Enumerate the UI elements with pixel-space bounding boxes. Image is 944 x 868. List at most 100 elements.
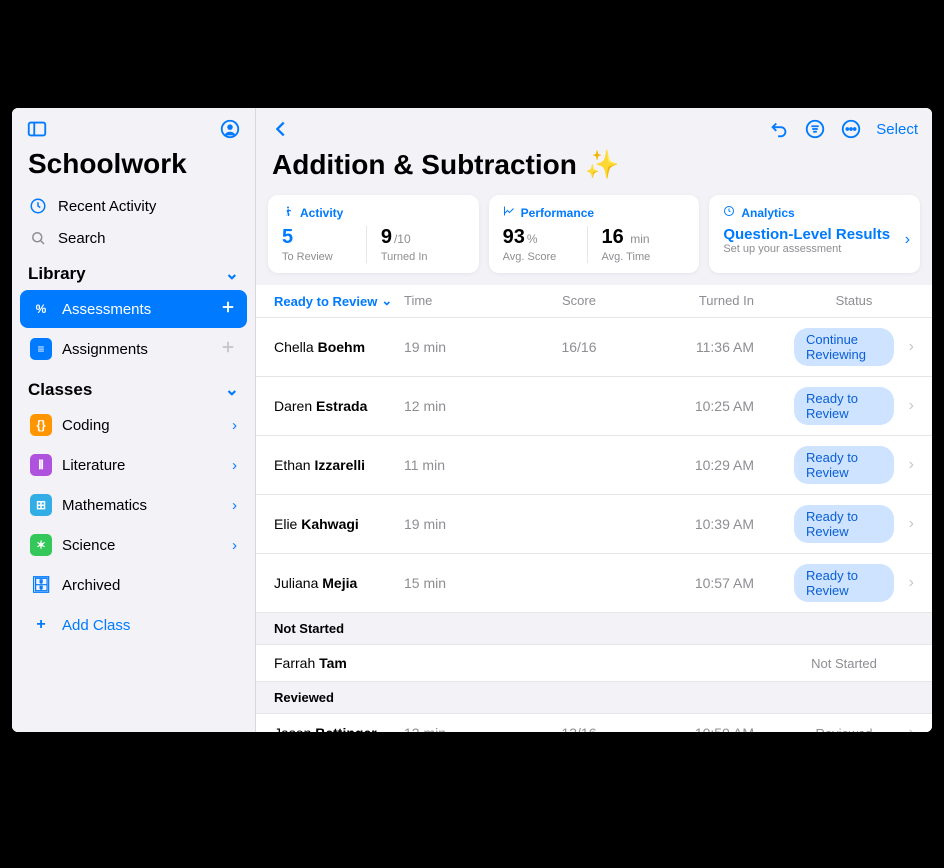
sidebar-item-science[interactable]: ✶Science› [20, 526, 247, 564]
card-header: Performance [521, 206, 594, 220]
toolbar: Select [256, 108, 932, 146]
undo-icon[interactable] [768, 118, 790, 140]
chevron-right-icon: › [232, 537, 237, 554]
sidebar-section-header[interactable]: Library⌄ [12, 254, 255, 288]
column-time[interactable]: Time [404, 293, 524, 309]
sidebar-section-header[interactable]: Classes⌄ [12, 370, 255, 404]
plus-icon[interactable] [219, 338, 237, 360]
cell-time: 19 min [404, 339, 524, 355]
column-turned-in[interactable]: Turned In [634, 293, 754, 309]
sidebar-item-label: Recent Activity [58, 198, 156, 215]
account-icon[interactable] [219, 118, 241, 140]
sidebar-item-coding[interactable]: {}Coding› [20, 406, 247, 444]
sidebar-item-assignments[interactable]: ≡Assignments [20, 330, 247, 368]
status-badge[interactable]: Ready to Review [794, 505, 894, 543]
analytics-title: Question-Level Results [723, 226, 906, 243]
sidebar-item-label: Coding [62, 417, 110, 434]
cell-time: 11 min [404, 457, 524, 473]
chevron-right-icon: › [894, 574, 914, 592]
class-icon: ⫴ [30, 454, 52, 476]
class-icon: {} [30, 414, 52, 436]
chevron-down-icon: ⌄ [225, 264, 239, 284]
toggle-sidebar-icon[interactable] [26, 118, 48, 140]
student-row[interactable]: Chella Boehm 19 min 16/16 11:36 AM Conti… [256, 318, 932, 377]
sidebar-recent-activity[interactable]: Recent Activity [12, 190, 255, 222]
avg-score-unit: % [527, 232, 538, 246]
student-name: Juliana Mejia [274, 575, 404, 591]
cell-status: Ready to Review [754, 505, 894, 543]
card-header: Activity [300, 206, 343, 220]
sidebar-search[interactable]: Search [12, 222, 255, 254]
back-button[interactable] [270, 118, 292, 140]
class-icon: 🗄 [30, 574, 52, 596]
sidebar-item-mathematics[interactable]: ⊞Mathematics› [20, 486, 247, 524]
student-name: Jason Bettinger [274, 725, 404, 732]
student-name: Elie Kahwagi [274, 516, 404, 532]
turned-in-total: /10 [394, 232, 411, 246]
select-button[interactable]: Select [876, 121, 918, 138]
clock-icon [28, 196, 48, 216]
cell-status: Continue Reviewing [754, 328, 894, 366]
sidebar-item-label: Add Class [62, 617, 130, 634]
status-text: Not Started [811, 656, 877, 671]
column-ready-to-review[interactable]: Ready to Review ⌄ [274, 293, 404, 309]
filter-icon[interactable] [804, 118, 826, 140]
chevron-down-icon: ⌄ [225, 380, 239, 400]
student-row[interactable]: Farrah Tam Not Started [256, 645, 932, 682]
student-row[interactable]: Daren Estrada 12 min 10:25 AM Ready to R… [256, 377, 932, 436]
sidebar-item-literature[interactable]: ⫴Literature› [20, 446, 247, 484]
table-section-header: Reviewed [256, 682, 932, 714]
plus-icon[interactable] [219, 298, 237, 320]
chevron-right-icon: › [894, 338, 914, 356]
student-row[interactable]: Ethan Izzarelli 11 min 10:29 AM Ready to… [256, 436, 932, 495]
avg-score-label: Avg. Score [503, 251, 587, 263]
cell-status: Ready to Review [754, 446, 894, 484]
student-name: Ethan Izzarelli [274, 457, 404, 473]
analytics-card[interactable]: Analytics Question-Level Results Set up … [709, 195, 920, 273]
students-table: Ready to Review ⌄ Time Score Turned In S… [256, 285, 932, 732]
performance-card[interactable]: Performance 93% Avg. Score 16 min Avg. T… [489, 195, 700, 273]
class-icon: + [30, 614, 52, 636]
cell-turned-in: 10:59 AM [634, 725, 754, 732]
student-name: Farrah Tam [274, 655, 404, 671]
column-score[interactable]: Score [524, 293, 634, 309]
cell-status: Reviewed [754, 726, 894, 733]
status-badge[interactable]: Ready to Review [794, 564, 894, 602]
more-icon[interactable] [840, 118, 862, 140]
chevron-right-icon: › [894, 724, 914, 732]
status-badge[interactable]: Ready to Review [794, 387, 894, 425]
app-window: Schoolwork Recent Activity Search Librar… [12, 108, 932, 732]
avg-time-unit: min [630, 232, 649, 246]
status-badge[interactable]: Continue Reviewing [794, 328, 894, 366]
chevron-down-icon: ⌄ [381, 293, 392, 309]
callout-line [860, 0, 861, 111]
card-header: Analytics [741, 206, 794, 220]
student-row[interactable]: Juliana Mejia 15 min 10:57 AM Ready to R… [256, 554, 932, 613]
column-status[interactable]: Status [754, 293, 894, 309]
class-icon: ✶ [30, 534, 52, 556]
avg-time-value: 16 [602, 226, 624, 248]
sidebar-item-add-class[interactable]: + Add Class [20, 606, 247, 644]
student-name: Daren Estrada [274, 398, 404, 414]
student-row[interactable]: Jason Bettinger 12 min 13/16 10:59 AM Re… [256, 714, 932, 732]
cell-turned-in: 11:36 AM [634, 339, 754, 355]
status-badge[interactable]: Ready to Review [794, 446, 894, 484]
cell-score: 16/16 [524, 339, 634, 355]
sidebar-item-label: Assessments [62, 301, 151, 318]
to-review-label: To Review [282, 251, 366, 263]
avg-score-value: 93 [503, 226, 525, 248]
analytics-icon [723, 205, 735, 220]
chevron-right-icon: › [894, 397, 914, 415]
chevron-right-icon: › [894, 456, 914, 474]
sidebar-item-label: Search [58, 230, 106, 247]
activity-card[interactable]: Activity 5 To Review 9/10 Turned In [268, 195, 479, 273]
cell-status: Not Started [754, 656, 894, 671]
sidebar-item-archived[interactable]: 🗄 Archived [20, 566, 247, 604]
status-text: Reviewed [815, 726, 872, 733]
student-row[interactable]: Elie Kahwagi 19 min 10:39 AM Ready to Re… [256, 495, 932, 554]
sidebar-item-assessments[interactable]: %Assessments [20, 290, 247, 328]
analytics-subtitle: Set up your assessment [723, 243, 906, 255]
sidebar-item-label: Mathematics [62, 497, 147, 514]
sidebar-item-label: Archived [62, 577, 120, 594]
person-walk-icon [282, 205, 294, 220]
